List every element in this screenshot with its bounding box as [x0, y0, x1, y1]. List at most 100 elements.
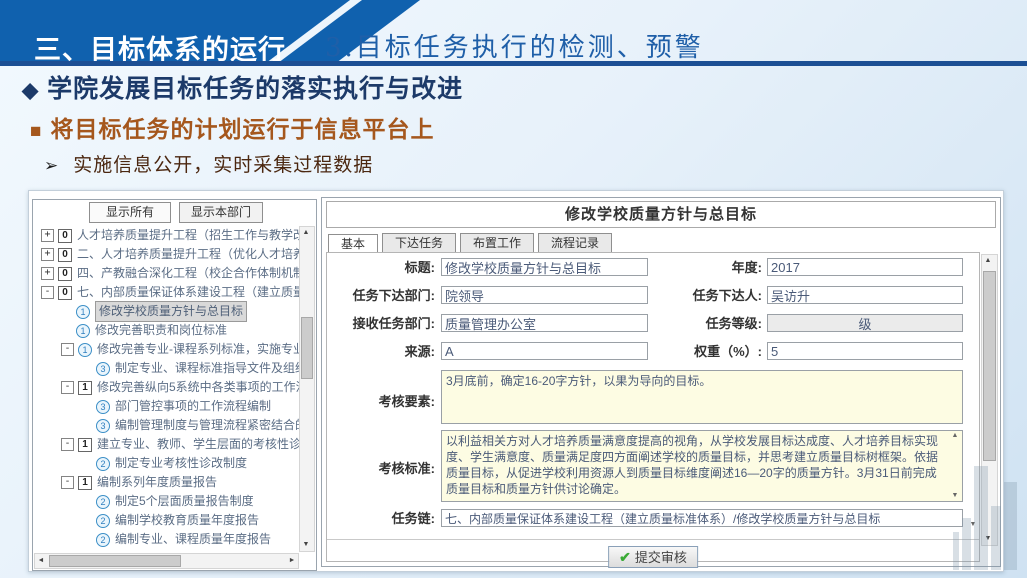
form-title: 修改学校质量方针与总目标: [326, 201, 996, 228]
scroll-up-icon[interactable]: ▲: [300, 227, 312, 239]
tree-item-label: 修改完善纵向5系统中各类事项的工作流: [97, 378, 299, 397]
show-all-button[interactable]: 显示所有: [89, 202, 171, 223]
form-tabs: 基本下达任务布置工作流程记录: [328, 233, 616, 253]
numbered-circle-icon: 1: [78, 343, 92, 357]
form-tab[interactable]: 基本: [328, 234, 378, 253]
tree-item[interactable]: 2制定5个层面质量报告制度: [35, 492, 299, 511]
tree-item-label: 制定专业考核性诊改制度: [115, 454, 247, 473]
show-department-button[interactable]: 显示本部门: [179, 202, 263, 223]
tree-horizontal-scrollbar[interactable]: ◄ ►: [34, 553, 299, 569]
field-label-issuing-dept: 任务下达部门:: [327, 286, 435, 306]
tree-vertical-scrollbar[interactable]: ▲ ▼: [299, 226, 315, 552]
collapse-icon[interactable]: -: [61, 381, 74, 394]
assessment-standard-textarea[interactable]: 以利益相关方对人才培养质量满意度提高的视角，从学校发展目标达成度、人才培养目标实…: [441, 430, 963, 502]
scroll-up-icon[interactable]: ▲: [982, 255, 994, 267]
field-label-issuer: 任务下达人:: [657, 286, 762, 306]
skyline-watermark: [991, 506, 1001, 570]
heading-1: ◆学院发展目标任务的落实执行与改进: [22, 69, 463, 105]
section-subtitle: 3.目标任务执行的检测、预警: [325, 27, 704, 64]
task-tree-panel: 显示所有 显示本部门 +0 人才培养质量提升工程（招生工作与教学改 +0 二、人才培养…: [32, 199, 317, 571]
tree-item-label: 编制系列年度质量报告: [97, 473, 217, 492]
tree-item-label: 制定5个层面质量报告制度: [115, 492, 254, 511]
tree-item-label: 人才培养质量提升工程（招生工作与教学改: [77, 226, 299, 245]
tree-item-label: 四、产教融合深化工程（校企合作体制机制: [77, 264, 299, 283]
expand-icon[interactable]: +: [41, 229, 54, 242]
submit-review-button[interactable]: ✔提交审核: [608, 546, 698, 568]
heading-2: ■将目标任务的计划运行于信息平台上: [30, 110, 434, 144]
field-label-task-chain: 任务链:: [327, 509, 435, 529]
field-label-year: 年度:: [657, 258, 762, 278]
numbered-box-icon: 1: [78, 381, 92, 395]
textarea-scroll-down-icon[interactable]: ▼: [949, 492, 961, 499]
form-tab[interactable]: 布置工作: [460, 233, 534, 252]
numbered-circle-icon: 1: [76, 305, 90, 319]
scrollbar-thumb[interactable]: [301, 317, 313, 379]
numbered-box-icon: 0: [58, 248, 72, 262]
task-chain-input[interactable]: [441, 509, 963, 527]
tree-item[interactable]: 1修改学校质量方针与总目标: [35, 302, 299, 321]
skyline-watermark: [1004, 482, 1017, 570]
tree-item[interactable]: -1 修改完善专业-课程系列标准，实施专业: [35, 340, 299, 359]
field-label-task-level: 任务等级:: [657, 314, 762, 334]
expand-icon[interactable]: +: [41, 248, 54, 261]
numbered-circle-icon: 3: [96, 400, 110, 414]
tree-item[interactable]: -1 修改完善纵向5系统中各类事项的工作流: [35, 378, 299, 397]
skyline-watermark: [974, 466, 988, 570]
tree-item[interactable]: 3编制管理制度与管理流程紧密结合的: [35, 416, 299, 435]
source-input[interactable]: [441, 342, 648, 360]
collapse-icon[interactable]: -: [41, 286, 54, 299]
submit-review-label: 提交审核: [635, 550, 687, 565]
weight-input[interactable]: [767, 342, 963, 360]
year-input[interactable]: [767, 258, 963, 276]
title-input[interactable]: [441, 258, 648, 276]
tree-item[interactable]: 3制定专业、课程标准指导文件及组织: [35, 359, 299, 378]
scroll-down-icon[interactable]: ▼: [300, 539, 312, 551]
diamond-bullet-icon: ◆: [22, 79, 39, 102]
tree-item[interactable]: -1编制系列年度质量报告: [35, 473, 299, 492]
collapse-icon[interactable]: -: [61, 476, 74, 489]
bullet-line: ➢实施信息公开，实时采集过程数据: [44, 150, 373, 177]
tree-item[interactable]: 2 编制学校教育质量年度报告: [35, 511, 299, 530]
tree-item-label: 编制专业、课程质量年度报告: [115, 530, 271, 549]
numbered-circle-icon: 2: [96, 514, 110, 528]
tree-item[interactable]: +0四、产教融合深化工程（校企合作体制机制: [35, 264, 299, 283]
field-label-title: 标题:: [327, 258, 435, 278]
numbered-box-icon: 0: [58, 229, 72, 243]
collapse-icon[interactable]: -: [61, 343, 74, 356]
collapse-icon[interactable]: -: [61, 438, 74, 451]
tree-item[interactable]: +0 人才培养质量提升工程（招生工作与教学改: [35, 226, 299, 245]
scrollbar-thumb[interactable]: [49, 555, 181, 567]
skyline-watermark: [953, 532, 959, 570]
form-tab[interactable]: 流程记录: [538, 233, 612, 252]
task-level-input[interactable]: [767, 314, 963, 332]
field-label-assessment-elements: 考核要素:: [327, 391, 435, 410]
issuing-dept-input[interactable]: [441, 286, 648, 304]
scrollbar-thumb[interactable]: [983, 271, 996, 461]
tree-item[interactable]: 1修改完善职责和岗位标准: [35, 321, 299, 340]
scroll-left-icon[interactable]: ◄: [35, 555, 47, 567]
textarea-scroll-up-icon[interactable]: ▲: [949, 432, 961, 439]
field-label-weight: 权重（%）:: [657, 342, 762, 362]
tree-item-label: 编制学校教育质量年度报告: [115, 511, 259, 530]
assessment-elements-textarea[interactable]: 3月底前，确定16-20字方针，以果为导向的目标。: [441, 370, 963, 424]
scroll-right-icon[interactable]: ►: [286, 555, 298, 567]
tree-item[interactable]: -0七、内部质量保证体系建设工程（建立质量: [35, 283, 299, 302]
tree-item-label: 修改完善专业-课程系列标准，实施专业: [97, 340, 299, 359]
bullet-text: 实施信息公开，实时采集过程数据: [73, 155, 373, 176]
tree-item-label: 二、人才培养质量提升工程（优化人才培养: [77, 245, 299, 264]
tree-item[interactable]: 3部门管控事项的工作流程编制: [35, 397, 299, 416]
issuer-input[interactable]: [767, 286, 963, 304]
form-tab[interactable]: 下达任务: [382, 233, 456, 252]
expand-icon[interactable]: +: [41, 267, 54, 280]
slide-background: 三、目标体系的运行 3.目标任务执行的检测、预警 ◆学院发展目标任务的落实执行与…: [0, 0, 1027, 578]
receiving-dept-input[interactable]: [441, 314, 648, 332]
application-window: 显示所有 显示本部门 +0 人才培养质量提升工程（招生工作与教学改 +0 二、人才培养…: [28, 190, 1004, 572]
tree-item[interactable]: +0 二、人才培养质量提升工程（优化人才培养: [35, 245, 299, 264]
tree-item[interactable]: 2制定专业考核性诊改制度: [35, 454, 299, 473]
tree-item[interactable]: 2编制专业、课程质量年度报告: [35, 530, 299, 549]
tree-item-label: 修改完善职责和岗位标准: [95, 321, 227, 340]
tree-item[interactable]: -1建立专业、教师、学生层面的考核性诊: [35, 435, 299, 454]
task-form-panel: 修改学校质量方针与总目标 基本下达任务布置工作流程记录 标题: 年度: 任务下达…: [321, 197, 1001, 567]
field-label-source: 来源:: [327, 342, 435, 362]
tree-item-label: 七、内部质量保证体系建设工程（建立质量: [77, 283, 299, 302]
